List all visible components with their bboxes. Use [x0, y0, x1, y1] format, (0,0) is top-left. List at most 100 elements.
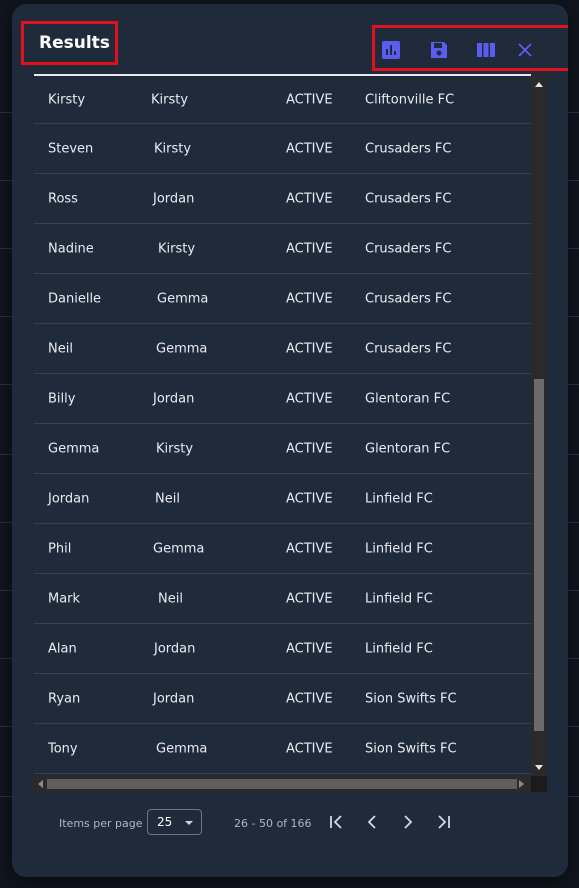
last-page-button[interactable] [434, 812, 454, 832]
last-page-icon [438, 815, 450, 829]
title-highlight: Results [21, 21, 118, 65]
cell-first-name: Neil [48, 341, 73, 356]
items-per-page-label: Items per page [59, 817, 143, 830]
cell-second-name: Neil [158, 591, 183, 606]
cell-club: Linfield FC [365, 641, 433, 656]
close-icon [518, 43, 532, 57]
cell-second-name: Neil [155, 491, 180, 506]
cell-club: Crusaders FC [365, 241, 452, 256]
cell-club: Linfield FC [365, 491, 433, 506]
cell-second-name: Kirsty [154, 141, 192, 156]
cell-first-name: Kirsty [48, 92, 86, 107]
cell-status: ACTIVE [286, 491, 333, 506]
cell-first-name: Phil [48, 541, 72, 556]
save-button[interactable] [429, 40, 449, 60]
cell-status: ACTIVE [286, 641, 333, 656]
toolbar-highlight [372, 25, 568, 71]
chevron-left-icon [367, 815, 376, 829]
cell-first-name: Alan [48, 641, 77, 656]
page-range-label: 26 - 50 of 166 [234, 817, 312, 830]
horizontal-scrollbar[interactable] [34, 776, 547, 792]
columns-button[interactable] [476, 40, 496, 60]
items-per-page-select[interactable]: 25 [147, 809, 202, 835]
table-row[interactable]: Kirsty Kirsty ACTIVE Cliftonville FC [34, 76, 531, 124]
cell-club: Linfield FC [365, 541, 433, 556]
cell-first-name: Mark [48, 591, 81, 606]
cell-status: ACTIVE [286, 541, 333, 556]
cell-first-name: Gemma [48, 441, 100, 456]
bar-chart-icon [382, 41, 400, 59]
dialog-title: Results [39, 33, 110, 53]
cell-second-name: Jordan [154, 641, 196, 656]
cell-status: ACTIVE [286, 441, 333, 456]
previous-page-button[interactable] [362, 812, 382, 832]
cell-status: ACTIVE [286, 92, 333, 107]
cell-second-name: Kirsty [158, 241, 196, 256]
cell-club: Crusaders FC [365, 141, 452, 156]
cell-status: ACTIVE [286, 591, 333, 606]
table-row[interactable]: Gemma Kirsty ACTIVE Glentoran FC [34, 424, 531, 474]
cell-second-name: Kirsty [156, 441, 194, 456]
cell-status: ACTIVE [286, 291, 333, 306]
table-row[interactable]: Mark Neil ACTIVE Linfield FC [34, 574, 531, 624]
scroll-down-icon[interactable] [535, 765, 543, 770]
table-row[interactable]: Neil Gemma ACTIVE Crusaders FC [34, 324, 531, 374]
cell-status: ACTIVE [286, 141, 333, 156]
cell-first-name: Jordan [48, 491, 90, 506]
cell-first-name: Danielle [48, 291, 102, 306]
vertical-scroll-thumb[interactable] [534, 379, 544, 731]
dropdown-caret-icon [185, 821, 193, 825]
cell-club: Glentoran FC [365, 391, 451, 406]
first-page-button[interactable] [326, 812, 346, 832]
results-dialog: Results Kirsty Kirsty ACTIVE Cliftonvill… [12, 4, 568, 877]
cell-second-name: Gemma [156, 741, 208, 756]
horizontal-scroll-thumb[interactable] [47, 779, 517, 789]
cell-club: Sion Swifts FC [365, 691, 457, 706]
table-row[interactable]: Ryan Jordan ACTIVE Sion Swifts FC [34, 674, 531, 724]
cell-second-name: Gemma [153, 541, 205, 556]
next-page-button[interactable] [398, 812, 418, 832]
table-row[interactable]: Billy Jordan ACTIVE Glentoran FC [34, 374, 531, 424]
cell-first-name: Ryan [48, 691, 81, 706]
cell-status: ACTIVE [286, 241, 333, 256]
table-row[interactable]: Jordan Neil ACTIVE Linfield FC [34, 474, 531, 524]
chevron-right-icon [404, 815, 413, 829]
vertical-scrollbar[interactable] [531, 74, 547, 776]
cell-club: Crusaders FC [365, 191, 452, 206]
table-row[interactable]: Alan Jordan ACTIVE Linfield FC [34, 624, 531, 674]
cell-club: Sion Swifts FC [365, 741, 457, 756]
columns-icon [477, 43, 495, 57]
cell-status: ACTIVE [286, 191, 333, 206]
cell-first-name: Billy [48, 391, 76, 406]
cell-first-name: Nadine [48, 241, 94, 256]
cell-club: Crusaders FC [365, 341, 452, 356]
bar-chart-button[interactable] [381, 40, 401, 60]
cell-first-name: Steven [48, 141, 94, 156]
results-table: Kirsty Kirsty ACTIVE Cliftonville FC Steven K… [34, 74, 547, 776]
table-row[interactable]: Phil Gemma ACTIVE Linfield FC [34, 524, 531, 574]
cell-second-name: Gemma [157, 291, 209, 306]
table-row[interactable]: Ross Jordan ACTIVE Crusaders FC [34, 174, 531, 224]
cell-club: Glentoran FC [365, 441, 451, 456]
scroll-right-icon[interactable] [519, 780, 524, 788]
table-row[interactable]: Tony Gemma ACTIVE Sion Swifts FC [34, 724, 531, 774]
cell-second-name: Kirsty [151, 92, 189, 107]
cell-status: ACTIVE [286, 691, 333, 706]
cell-club: Linfield FC [365, 591, 433, 606]
table-row[interactable]: Danielle Gemma ACTIVE Crusaders FC [34, 274, 531, 324]
cell-club: Crusaders FC [365, 291, 452, 306]
items-per-page-value: 25 [157, 815, 173, 829]
paginator: Items per page 25 26 - 50 of 166 [12, 804, 568, 844]
cell-second-name: Gemma [156, 341, 208, 356]
cell-first-name: Ross [48, 191, 78, 206]
scroll-up-icon[interactable] [535, 82, 543, 87]
scroll-left-icon[interactable] [38, 780, 43, 788]
close-button[interactable] [515, 40, 535, 60]
table-row[interactable]: Nadine Kirsty ACTIVE Crusaders FC [34, 224, 531, 274]
first-page-icon [330, 815, 342, 829]
table-body: Kirsty Kirsty ACTIVE Cliftonville FC Steven K… [34, 76, 531, 774]
table-row[interactable]: Steven Kirsty ACTIVE Crusaders FC [34, 124, 531, 174]
cell-second-name: Jordan [153, 691, 195, 706]
cell-status: ACTIVE [286, 741, 333, 756]
cell-second-name: Jordan [153, 391, 195, 406]
